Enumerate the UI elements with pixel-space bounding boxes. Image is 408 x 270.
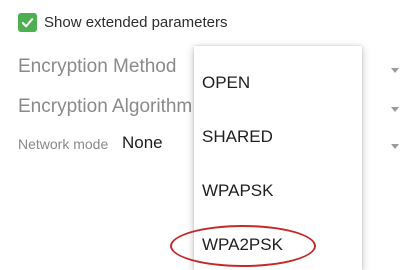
encryption-method-label: Encryption Method bbox=[18, 56, 177, 77]
checkmark-icon bbox=[21, 18, 34, 28]
encryption-algorithm-label: Encryption Algorithm bbox=[18, 96, 193, 117]
chevron-down-icon[interactable] bbox=[391, 68, 399, 73]
encryption-method-dropdown[interactable]: OPEN SHARED WPAPSK WPA2PSK bbox=[194, 46, 362, 270]
dropdown-option-shared[interactable]: SHARED bbox=[194, 110, 362, 164]
chevron-down-icon[interactable] bbox=[391, 107, 399, 112]
checkbox-label: Show extended parameters bbox=[44, 14, 228, 31]
network-mode-label: Network mode bbox=[18, 136, 109, 152]
dropdown-option-wpapsk[interactable]: WPAPSK bbox=[194, 164, 362, 218]
network-mode-value: None bbox=[122, 133, 163, 152]
dropdown-option-open[interactable]: OPEN bbox=[194, 56, 362, 110]
show-extended-parameters-row[interactable]: Show extended parameters bbox=[0, 10, 408, 36]
checkbox[interactable] bbox=[18, 13, 37, 32]
chevron-down-icon[interactable] bbox=[391, 144, 399, 149]
dropdown-option-wpa2psk[interactable]: WPA2PSK bbox=[194, 218, 362, 270]
